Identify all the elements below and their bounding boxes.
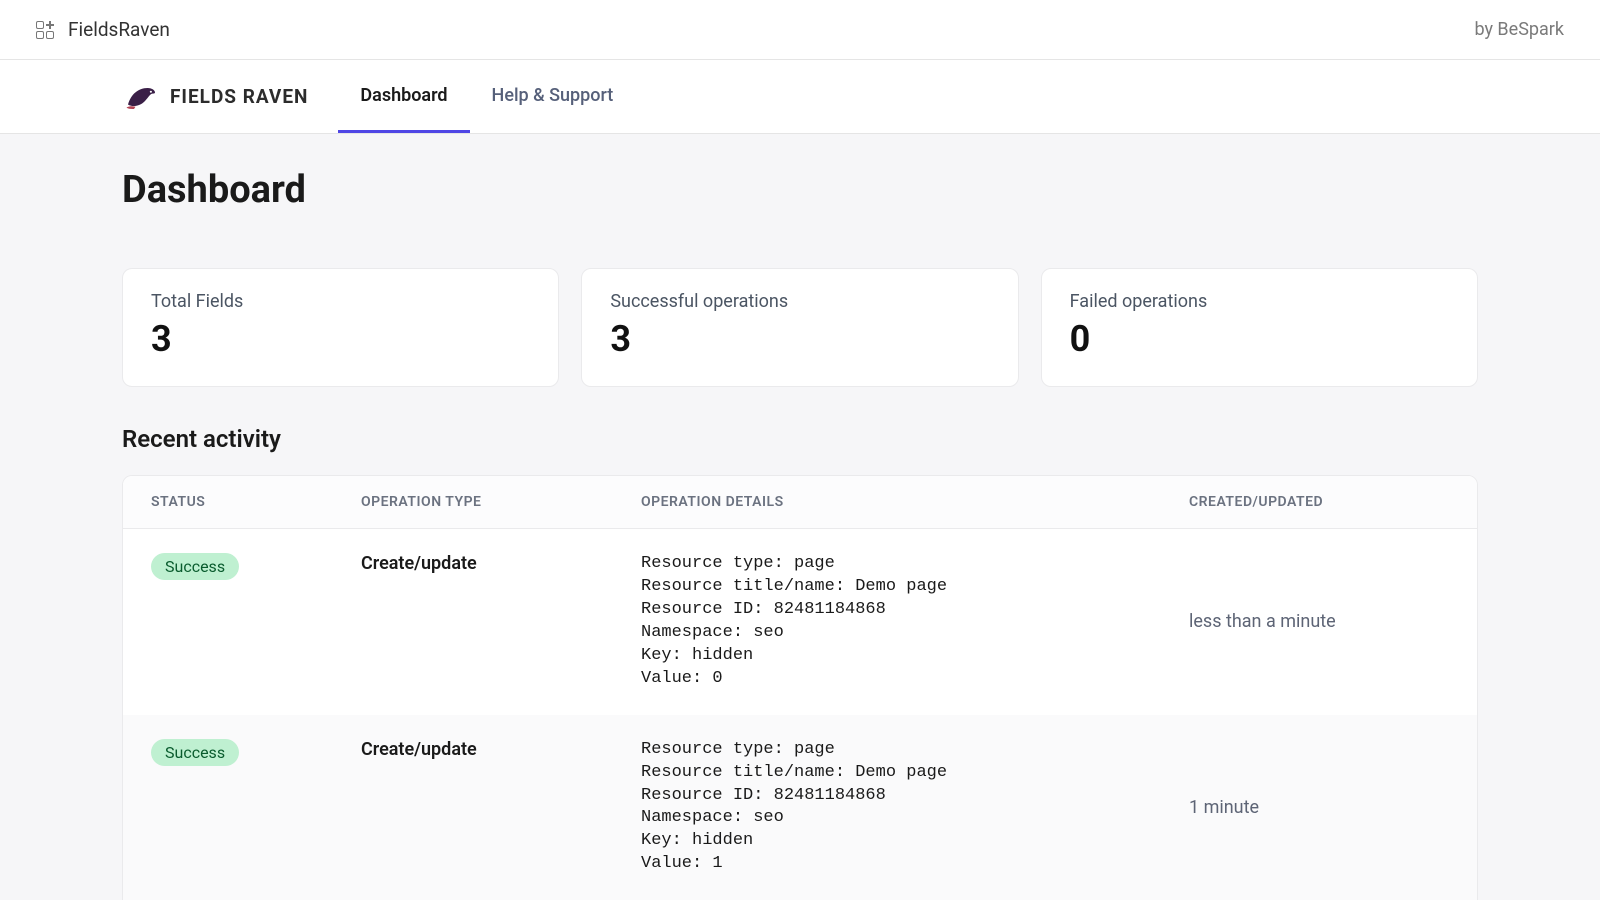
meta-bar-left: FieldsRaven: [36, 18, 170, 41]
recent-activity-title: Recent activity: [122, 425, 1478, 453]
activity-table-header: STATUS OPERATION TYPE OPERATION DETAILS …: [123, 476, 1477, 529]
status-badge: Success: [151, 553, 239, 580]
card-total-fields: Total Fields 3: [122, 268, 559, 387]
tab-help-support[interactable]: Help & Support: [470, 60, 636, 133]
app-name: FieldsRaven: [68, 18, 170, 41]
status-badge: Success: [151, 739, 239, 766]
op-details-cell: Resource type: page Resource title/name:…: [641, 553, 1189, 691]
col-op-type: OPERATION TYPE: [361, 494, 641, 510]
col-op-details: OPERATION DETAILS: [641, 494, 1189, 510]
byline: by BeSpark: [1474, 19, 1564, 40]
status-cell: Success: [151, 553, 361, 580]
col-created: CREATED/UPDATED: [1189, 494, 1449, 510]
op-type-cell: Create/update: [361, 553, 641, 574]
table-row: Success Create/update Resource type: pag…: [123, 715, 1477, 900]
card-label: Failed operations: [1070, 291, 1449, 312]
op-type-cell: Create/update: [361, 739, 641, 760]
op-time-cell: less than a minute: [1189, 611, 1449, 632]
col-status: STATUS: [151, 494, 361, 510]
card-value: 0: [1070, 318, 1449, 360]
card-value: 3: [610, 318, 989, 360]
page-title: Dashboard: [122, 168, 1478, 212]
nav-bar: FIELDS RAVEN Dashboard Help & Support: [0, 60, 1600, 134]
op-details-cell: Resource type: page Resource title/name:…: [641, 739, 1189, 877]
brand[interactable]: FIELDS RAVEN: [122, 79, 308, 115]
card-value: 3: [151, 318, 530, 360]
card-label: Total Fields: [151, 291, 530, 312]
card-successful-ops: Successful operations 3: [581, 268, 1018, 387]
table-row: Success Create/update Resource type: pag…: [123, 529, 1477, 715]
op-time-cell: 1 minute: [1189, 797, 1449, 818]
brand-text: FIELDS RAVEN: [170, 85, 308, 108]
activity-table-body: Success Create/update Resource type: pag…: [123, 529, 1477, 900]
raven-icon: [122, 79, 158, 115]
tab-dashboard[interactable]: Dashboard: [338, 60, 469, 133]
activity-table: STATUS OPERATION TYPE OPERATION DETAILS …: [122, 475, 1478, 900]
apps-icon[interactable]: [36, 21, 54, 39]
nav-tabs: Dashboard Help & Support: [338, 60, 635, 133]
card-label: Successful operations: [610, 291, 989, 312]
card-failed-ops: Failed operations 0: [1041, 268, 1478, 387]
stats-cards: Total Fields 3 Successful operations 3 F…: [122, 268, 1478, 387]
status-cell: Success: [151, 739, 361, 766]
page-body: Dashboard Total Fields 3 Successful oper…: [0, 134, 1600, 900]
meta-bar: FieldsRaven by BeSpark: [0, 0, 1600, 60]
